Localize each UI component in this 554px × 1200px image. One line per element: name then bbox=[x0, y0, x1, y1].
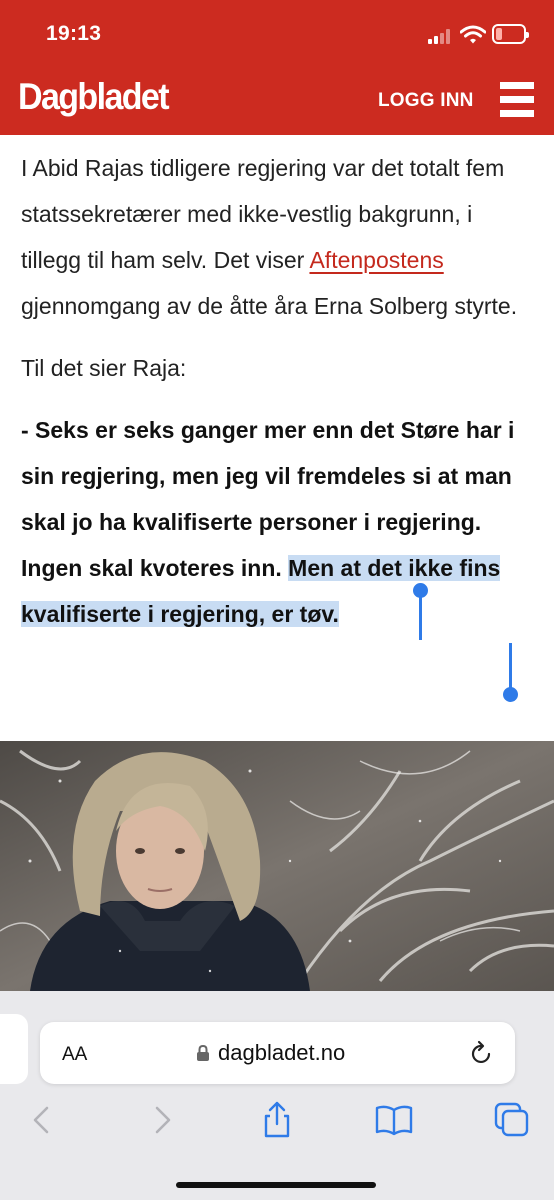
paragraph-text: gjennomgang av de åtte åra Erna Solberg … bbox=[21, 293, 518, 319]
forward-icon[interactable] bbox=[142, 1100, 182, 1140]
battery-icon bbox=[492, 24, 529, 44]
site-header: 19:13 Dagbladet LOGG INN bbox=[0, 0, 554, 135]
site-logo[interactable]: Dagbladet bbox=[18, 76, 170, 118]
selection-end-caret bbox=[509, 643, 512, 691]
bookmarks-icon[interactable] bbox=[374, 1100, 414, 1140]
reader-settings-button[interactable]: AA bbox=[62, 1044, 87, 1066]
back-icon[interactable] bbox=[22, 1100, 62, 1140]
wifi-icon bbox=[460, 25, 486, 44]
home-indicator[interactable] bbox=[176, 1182, 376, 1188]
article-paragraph: I Abid Rajas tidligere regjering var det… bbox=[21, 145, 536, 329]
reload-icon[interactable] bbox=[470, 1040, 494, 1066]
cellular-signal-icon bbox=[428, 28, 454, 44]
previous-tab-card[interactable] bbox=[0, 1014, 28, 1084]
url-text[interactable]: dagbladet.no bbox=[218, 1040, 345, 1066]
hamburger-icon[interactable] bbox=[500, 82, 534, 118]
article-paragraph: Til det sier Raja: bbox=[21, 355, 187, 381]
status-time: 19:13 bbox=[46, 22, 102, 45]
photo-illustration bbox=[0, 741, 554, 991]
login-button[interactable]: LOGG INN bbox=[378, 90, 474, 112]
article-body: I Abid Rajas tidligere regjering var det… bbox=[21, 145, 536, 637]
share-icon[interactable] bbox=[257, 1100, 297, 1140]
lock-icon bbox=[197, 1044, 209, 1061]
selection-end-handle[interactable] bbox=[503, 687, 518, 702]
selection-start-caret bbox=[419, 592, 422, 640]
aftenposten-link[interactable]: Aftenpostens bbox=[309, 247, 443, 273]
tabs-icon[interactable] bbox=[492, 1100, 532, 1140]
aa-label: AA bbox=[62, 1044, 88, 1065]
woman-in-snow-photo bbox=[0, 741, 554, 991]
article-quote: - Seks er seks ganger mer enn det Støre … bbox=[21, 407, 536, 637]
